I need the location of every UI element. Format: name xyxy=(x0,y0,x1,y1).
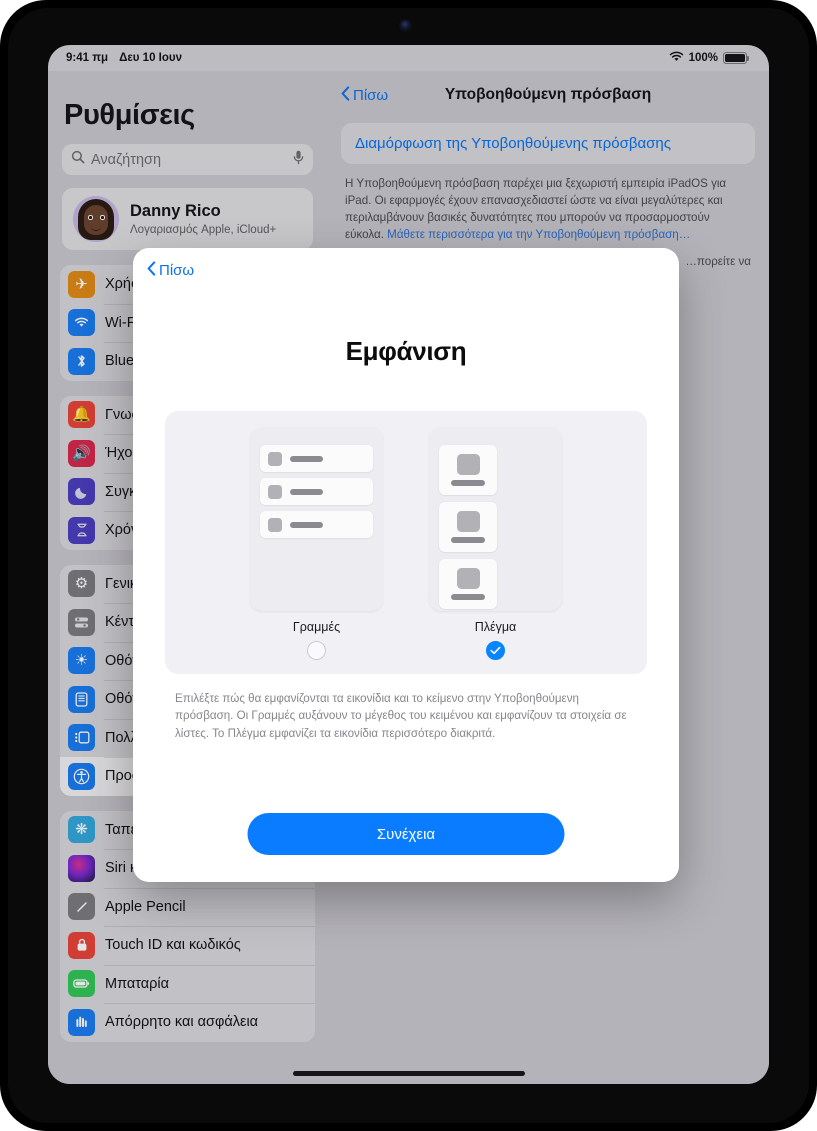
airplane-icon: ✈ xyxy=(68,270,95,298)
continue-button[interactable]: Συνέχεια xyxy=(247,813,565,855)
chevron-left-icon xyxy=(341,85,350,105)
appearance-modal: Πίσω Εμφάνιση Γραμμές Πλέγμα Επιλέξτε πώ… xyxy=(133,248,679,882)
rows-preview-item xyxy=(260,478,373,505)
rows-preview-card[interactable] xyxy=(250,427,383,611)
battery-icon xyxy=(68,970,95,998)
status-date: Δευ 10 Ιουν xyxy=(119,52,182,64)
grid-preview-tile xyxy=(439,445,497,495)
radio-unselected-icon[interactable] xyxy=(307,641,326,660)
brightness-icon: ☀ xyxy=(68,647,95,675)
detail-back-label: Πίσω xyxy=(353,86,389,104)
sidebar-item-privacy[interactable]: Απόρρητο και ασφάλεια xyxy=(60,1003,315,1042)
accessibility-icon xyxy=(68,762,95,790)
checkmark-icon[interactable] xyxy=(486,641,505,660)
sidebar-item-label: Απόρρητο και ασφάλεια xyxy=(105,1014,259,1031)
ipad-device-frame: 9:41 πμ Δευ 10 Ιουν 100% Ρυθμίσεις Αναζή… xyxy=(0,0,817,1131)
rows-preview-item xyxy=(260,445,373,472)
modal-back-label: Πίσω xyxy=(159,261,195,279)
sidebar-item-apple-pencil[interactable]: Apple Pencil xyxy=(60,887,315,927)
front-camera-icon xyxy=(400,20,411,31)
profile-text: Danny Rico Λογαριασμός Apple, iCloud+ xyxy=(130,202,276,236)
speaker-icon: 🔊 xyxy=(68,439,95,467)
home-screen-icon xyxy=(68,685,95,713)
grid-preview-card[interactable] xyxy=(429,427,562,611)
gear-icon: ⚙ xyxy=(68,570,95,598)
sidebar-item-battery[interactable]: Μπαταρία xyxy=(60,964,315,1004)
home-indicator[interactable] xyxy=(292,1071,525,1076)
moon-icon xyxy=(68,478,95,506)
modal-title: Εμφάνιση xyxy=(345,336,467,366)
lock-icon xyxy=(68,931,95,959)
grid-preview-tile xyxy=(439,559,497,609)
detail-nav-bar: Πίσω Υποβοηθούμενη πρόσβαση xyxy=(327,71,769,119)
sidebar-item-label: Μπαταρία xyxy=(105,975,170,992)
detail-description: Η Υποβοηθούμενη πρόσβαση παρέχει μια ξεχ… xyxy=(345,175,751,243)
wifi-icon xyxy=(669,51,684,65)
wallpaper-icon: ❋ xyxy=(68,816,95,844)
battery-percent-label: 100% xyxy=(688,52,718,64)
bluetooth-icon xyxy=(68,347,95,375)
search-placeholder: Αναζήτηση xyxy=(91,151,162,168)
wifi-icon xyxy=(68,309,95,337)
multitasking-icon xyxy=(68,724,95,752)
option-grid[interactable]: Πλέγμα xyxy=(429,427,562,660)
grid-preview-tile xyxy=(439,502,497,552)
rows-preview-item xyxy=(260,511,373,538)
siri-icon xyxy=(68,854,95,882)
learn-more-link[interactable]: Μάθετε περισσότερα για την Υποβοηθούμενη… xyxy=(387,228,690,241)
privacy-hand-icon xyxy=(68,1008,95,1036)
ipad-screen: 9:41 πμ Δευ 10 Ιουν 100% Ρυθμίσεις Αναζή… xyxy=(48,45,769,1084)
sidebar-item-label: Apple Pencil xyxy=(105,898,186,915)
search-icon xyxy=(71,150,85,169)
option-rows[interactable]: Γραμμές xyxy=(250,427,383,660)
detail-back-button[interactable]: Πίσω xyxy=(341,85,389,105)
microphone-icon[interactable] xyxy=(293,150,304,170)
option-grid-label: Πλέγμα xyxy=(474,620,517,634)
modal-back-button[interactable]: Πίσω xyxy=(147,260,195,280)
option-rows-label: Γραμμές xyxy=(292,620,341,634)
page-title: Ρυθμίσεις xyxy=(64,99,195,131)
battery-full-icon xyxy=(723,52,750,64)
bell-icon: 🔔 xyxy=(68,401,95,429)
sidebar-item-label: Ήχοι xyxy=(105,445,136,462)
status-bar: 9:41 πμ Δευ 10 Ιουν 100% xyxy=(48,45,769,71)
sidebar-item-touch-id[interactable]: Touch ID και κωδικός xyxy=(60,926,315,965)
avatar xyxy=(73,196,119,242)
sliders-icon xyxy=(68,608,95,636)
sidebar-item-label: Touch ID και κωδικός xyxy=(105,937,241,954)
status-bar-left: 9:41 πμ Δευ 10 Ιουν xyxy=(66,52,182,64)
modal-nav-bar: Πίσω xyxy=(133,248,679,292)
chevron-left-icon xyxy=(147,260,156,280)
hourglass-icon xyxy=(68,516,95,544)
profile-subtitle: Λογαριασμός Apple, iCloud+ xyxy=(130,223,277,236)
configure-assistive-access-link[interactable]: Διαμόρφωση της Υποβοηθούμενης πρόσβασης xyxy=(341,123,755,164)
appearance-options-panel: Γραμμές Πλέγμα xyxy=(165,411,647,674)
profile-card[interactable]: Danny Rico Λογαριασμός Apple, iCloud+ xyxy=(62,188,313,250)
pencil-icon xyxy=(68,893,95,921)
detail-title: Υποβοηθούμενη πρόσβαση xyxy=(444,86,652,103)
option-rows-select[interactable] xyxy=(250,641,383,660)
status-time: 9:41 πμ xyxy=(66,52,109,64)
option-grid-select[interactable] xyxy=(429,641,562,660)
appearance-description: Επιλέξτε πώς θα εμφανίζονται τα εικονίδι… xyxy=(175,692,627,740)
status-bar-right: 100% xyxy=(669,51,750,65)
search-input[interactable]: Αναζήτηση xyxy=(62,144,313,175)
profile-name: Danny Rico xyxy=(130,202,221,221)
